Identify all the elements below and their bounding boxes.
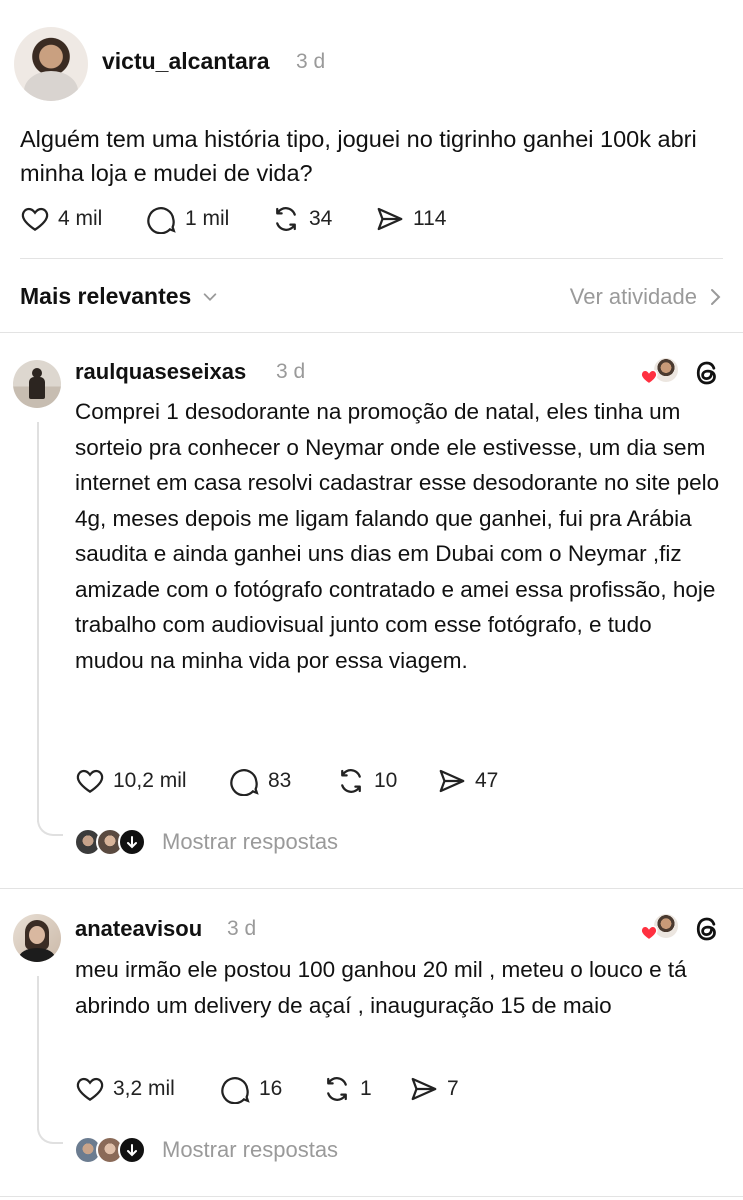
repost-icon (341, 769, 361, 793)
sort-dropdown[interactable]: Mais relevantes (20, 283, 219, 310)
repost-count: 10 (374, 769, 398, 792)
divider (0, 1196, 743, 1197)
threads-icon[interactable] (692, 914, 722, 944)
reply-time: 3 d (227, 917, 257, 940)
thread-line-curve (37, 818, 63, 836)
like-count: 3,2 mil (113, 1077, 175, 1100)
comment-button[interactable]: 83 (230, 766, 291, 796)
heart-icon (76, 1077, 104, 1101)
arrow-down-icon (118, 828, 146, 856)
share-icon (377, 207, 403, 231)
comment-count: 83 (268, 769, 292, 792)
comment-icon (147, 207, 176, 234)
repost-button[interactable]: 10 (336, 766, 397, 796)
like-button[interactable]: 10,2 mil (75, 766, 187, 796)
reply-text: meu irmão ele postou 100 ganhou 20 mil ,… (75, 957, 687, 1018)
post-username[interactable]: victu_alcantara (102, 48, 269, 75)
liked-by-author-badge (640, 356, 680, 388)
repost-count: 1 (360, 1077, 372, 1100)
reply-avatars (74, 1136, 150, 1164)
divider (20, 258, 723, 259)
reply-time: 3 d (276, 360, 306, 383)
reply-avatars (74, 828, 150, 856)
chevron-right-icon (711, 289, 721, 305)
activity-label: Ver atividade (569, 284, 697, 309)
thread-line (37, 976, 39, 1130)
heart-icon (21, 207, 49, 231)
divider (0, 888, 743, 889)
reply-username[interactable]: anateavisou (75, 916, 202, 942)
like-count: 4 mil (58, 207, 103, 230)
post-text: Alguém tem uma história tipo, joguei no … (20, 126, 697, 186)
heart-icon (640, 925, 658, 941)
comment-button[interactable]: 1 mil (147, 204, 229, 234)
avatar[interactable] (13, 914, 61, 962)
avatar[interactable] (14, 27, 88, 101)
repost-icon (327, 1077, 347, 1101)
share-icon (411, 1077, 437, 1101)
comment-icon (230, 769, 259, 796)
comment-count: 16 (259, 1077, 283, 1100)
like-count: 10,2 mil (113, 769, 187, 792)
liked-by-author-badge (640, 912, 680, 944)
repost-button[interactable]: 1 (322, 1074, 372, 1104)
reply-username[interactable]: raulquaseseixas (75, 359, 246, 385)
repost-count: 34 (309, 207, 333, 230)
share-button[interactable]: 114 (375, 204, 446, 234)
arrow-down-icon (118, 1136, 146, 1164)
show-replies-label: Mostrar respostas (162, 829, 339, 854)
share-count: 114 (413, 207, 447, 230)
share-count: 7 (447, 1077, 459, 1100)
threads-icon[interactable] (692, 358, 722, 388)
divider (0, 332, 743, 333)
show-replies-button[interactable]: Mostrar respostas (74, 828, 338, 856)
sort-label: Mais relevantes (20, 283, 192, 309)
share-count: 47 (475, 769, 499, 792)
comment-icon (221, 1077, 250, 1104)
show-replies-button[interactable]: Mostrar respostas (74, 1136, 338, 1164)
share-button[interactable]: 47 (437, 766, 498, 796)
heart-icon (76, 769, 104, 793)
share-button[interactable]: 7 (409, 1074, 459, 1104)
repost-icon (276, 207, 296, 231)
chevron-down-icon (204, 292, 217, 301)
post-time: 3 d (296, 50, 326, 73)
like-button[interactable]: 4 mil (20, 204, 102, 234)
thread-line-curve (37, 1126, 63, 1144)
comment-count: 1 mil (185, 207, 230, 230)
comment-button[interactable]: 16 (221, 1074, 282, 1104)
show-replies-label: Mostrar respostas (162, 1137, 339, 1162)
heart-icon (640, 369, 658, 385)
thread-line (37, 422, 39, 822)
reply-text: Comprei 1 desodorante na promoção de nat… (75, 399, 720, 673)
view-activity-link[interactable]: Ver atividade (570, 284, 723, 310)
like-button[interactable]: 3,2 mil (75, 1074, 175, 1104)
share-icon (439, 769, 465, 793)
repost-button[interactable]: 34 (271, 204, 332, 234)
avatar[interactable] (13, 360, 61, 408)
